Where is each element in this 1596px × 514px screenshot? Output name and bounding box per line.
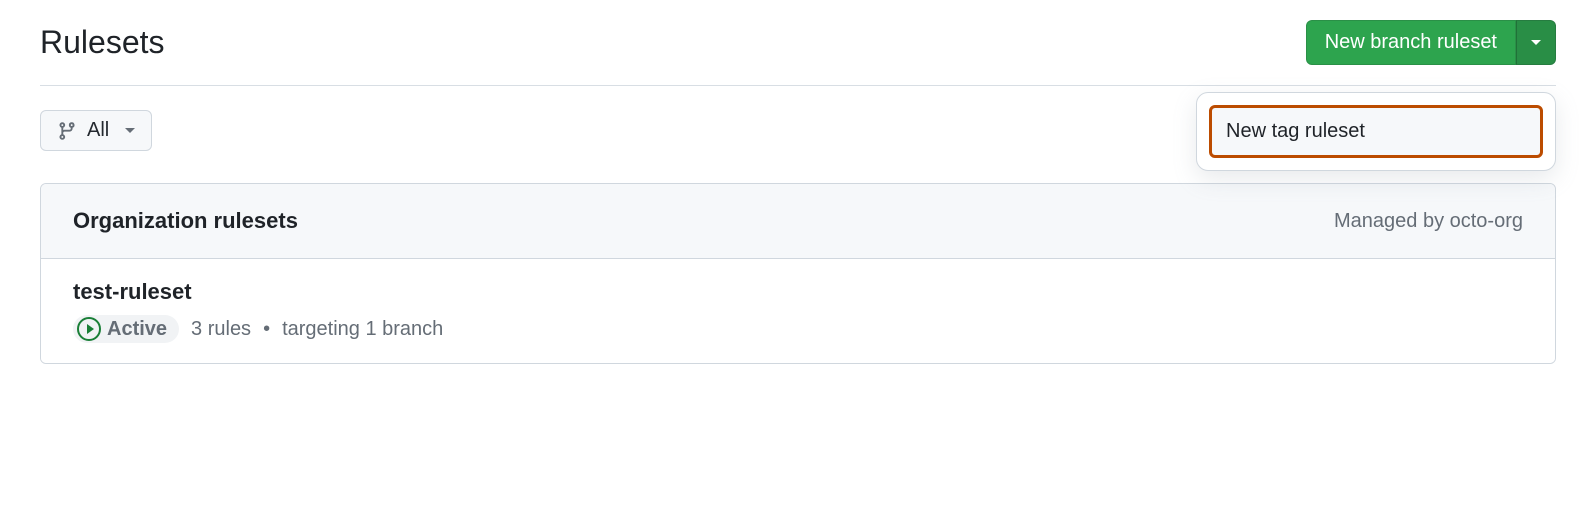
panel-header: Organization rulesets Managed by octo-or…: [41, 184, 1555, 259]
page-title: Rulesets: [40, 24, 165, 61]
status-label: Active: [107, 318, 167, 341]
new-ruleset-button-group: New branch ruleset New tag ruleset: [1306, 20, 1556, 65]
play-circle-icon: [77, 317, 101, 341]
filter-label: All: [87, 119, 109, 142]
new-ruleset-dropdown-toggle[interactable]: [1516, 20, 1556, 65]
git-branch-icon: [57, 121, 77, 141]
new-ruleset-dropdown-menu: New tag ruleset: [1196, 92, 1556, 171]
rulesets-panel: Organization rulesets Managed by octo-or…: [40, 183, 1556, 364]
new-branch-ruleset-button[interactable]: New branch ruleset: [1306, 20, 1516, 65]
ruleset-name: test-ruleset: [73, 279, 1523, 305]
ruleset-meta: Active 3 rules • targeting 1 branch: [73, 315, 1523, 343]
caret-down-icon: [125, 128, 135, 133]
panel-header-managed-by: Managed by octo-org: [1334, 210, 1523, 233]
panel-header-title: Organization rulesets: [73, 208, 298, 234]
status-badge: Active: [73, 315, 179, 343]
new-tag-ruleset-menu-item[interactable]: New tag ruleset: [1209, 105, 1543, 158]
rules-count: 3 rules: [191, 318, 251, 341]
caret-down-icon: [1531, 40, 1541, 45]
ruleset-list-item[interactable]: test-ruleset Active 3 rules • targeting …: [41, 259, 1555, 363]
separator-dot: •: [263, 318, 270, 341]
filter-all-button[interactable]: All: [40, 110, 152, 151]
targeting-text: targeting 1 branch: [282, 318, 443, 341]
